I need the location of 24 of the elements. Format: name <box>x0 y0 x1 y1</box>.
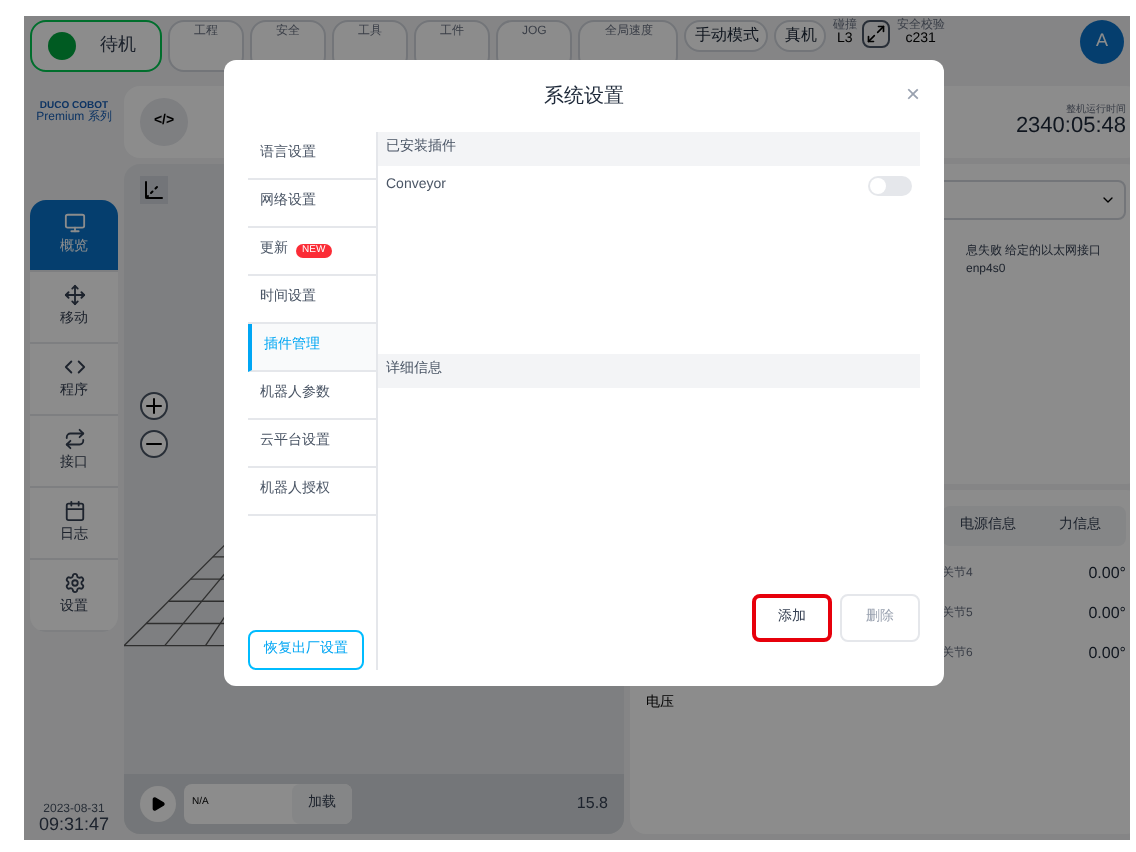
monitor-icon <box>63 211 85 234</box>
zoom-in-icon[interactable] <box>140 392 168 420</box>
joint-value: 0.00° <box>1088 602 1126 626</box>
play-icon <box>150 796 166 812</box>
calendar-icon <box>63 499 85 522</box>
mode-button[interactable]: 真机 <box>774 20 827 52</box>
play-button[interactable] <box>140 786 176 822</box>
joint-value: 0.00° <box>1088 562 1126 586</box>
fullscreen-icon[interactable] <box>862 20 891 48</box>
mode-button[interactable]: 手动模式 <box>684 20 769 52</box>
speed-value: 15.8 <box>576 792 608 816</box>
repeat-icon <box>63 427 85 450</box>
code-icon <box>63 355 85 378</box>
user-avatar[interactable]: A <box>1080 20 1124 64</box>
status-indicator: 待机 <box>30 20 162 72</box>
chevron-down-icon <box>1100 192 1116 208</box>
move-arrows-icon <box>63 283 85 306</box>
dialog-title: 系统设置 <box>544 83 624 111</box>
plugin-toggle[interactable] <box>868 176 912 197</box>
time-text: 09:31:47 <box>38 816 110 834</box>
gear-icon <box>63 571 85 594</box>
zoom-out-icon[interactable] <box>140 430 168 458</box>
joint-value: 0.00° <box>1088 642 1126 666</box>
axes-icon[interactable] <box>140 176 168 204</box>
